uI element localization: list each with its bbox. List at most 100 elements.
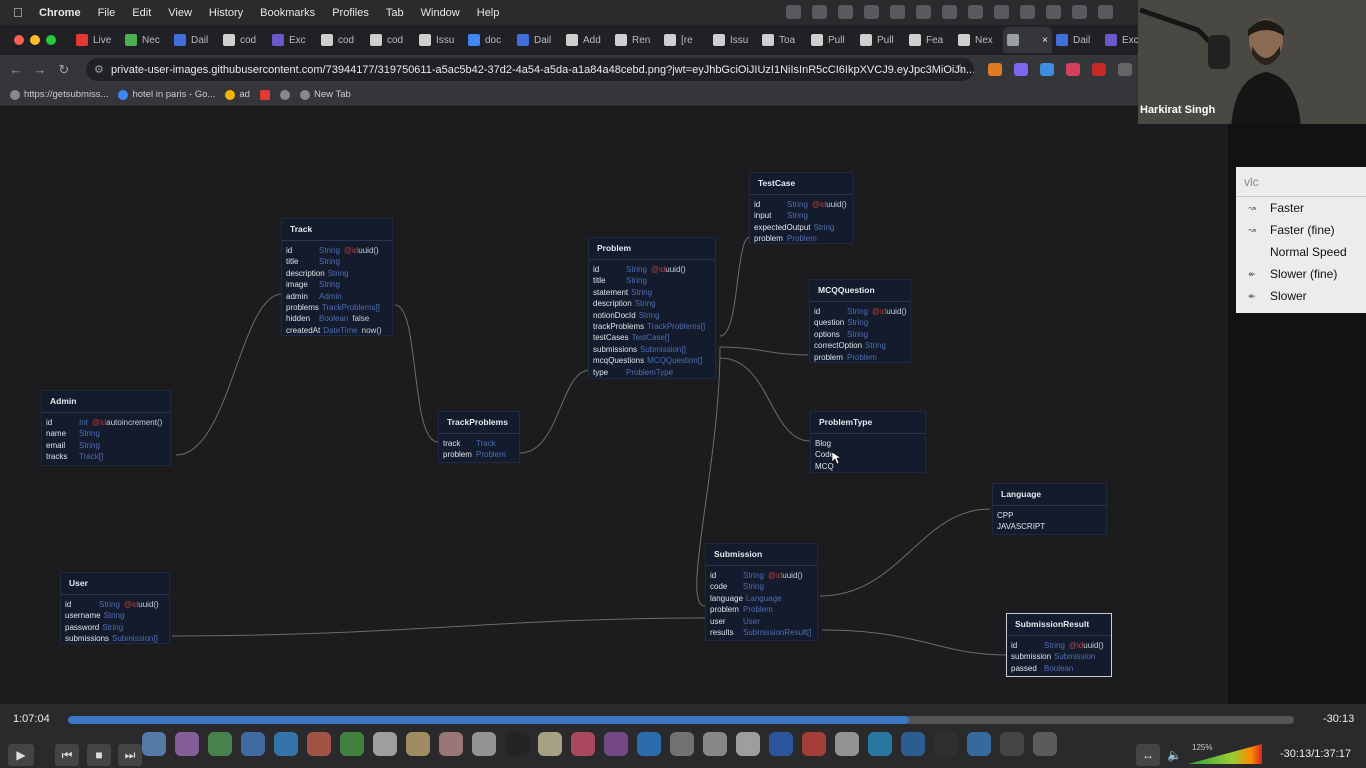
menu-profiles[interactable]: Profiles	[332, 7, 369, 19]
field-type: Language	[745, 593, 782, 603]
tab-label: Pull	[828, 34, 845, 46]
presenter-name: Harkirat Singh	[1140, 104, 1216, 116]
model-field-row: title String	[589, 275, 715, 286]
pages-icon	[835, 732, 859, 756]
bookmark-youtube[interactable]	[259, 89, 270, 100]
fullscreen-toggle[interactable]: ↔	[1136, 744, 1160, 766]
model-testcase: TestCase id String @id uuid() input String expe…	[749, 172, 853, 244]
browser-tab[interactable]: Ren	[611, 27, 660, 53]
minimize-window-button[interactable]	[30, 35, 40, 45]
extension-bag-icon[interactable]	[1092, 63, 1106, 76]
browser-tab[interactable]: ×	[1003, 27, 1052, 53]
apple-logo-icon[interactable]: 	[13, 5, 27, 20]
bookmark-unnamed[interactable]	[279, 89, 290, 100]
bookmark-star-icon[interactable]: ☆	[954, 61, 966, 77]
forward-arrow-icon[interactable]: →	[28, 62, 52, 77]
menu-tab[interactable]: Tab	[386, 7, 404, 19]
display-icon[interactable]	[942, 5, 957, 19]
extensions-puzzle-icon[interactable]	[1118, 63, 1132, 76]
play-button[interactable]: ▶	[8, 744, 34, 766]
menu-help[interactable]: Help	[477, 7, 500, 19]
browser-tab[interactable]: Pull	[856, 27, 905, 53]
next-button[interactable]: ⏭	[118, 744, 142, 766]
bookmark-new-tab[interactable]: New Tab	[299, 89, 351, 100]
speed-slower-fine[interactable]: ↞ Slower (fine)	[1236, 263, 1366, 285]
camera-off-icon[interactable]	[890, 5, 905, 19]
zoom-window-button[interactable]	[46, 35, 56, 45]
close-tab-icon[interactable]: ×	[1042, 35, 1048, 46]
browser-tab[interactable]: Pull	[807, 27, 856, 53]
siri-icon[interactable]	[1098, 5, 1113, 19]
field-name: problem	[710, 605, 739, 615]
bookmark-hotel-paris[interactable]: hotel in paris - Go...	[118, 89, 215, 100]
search-icon[interactable]	[1046, 5, 1061, 19]
browser-tab[interactable]: Dail	[1052, 27, 1101, 53]
site-info-icon[interactable]: ⚙	[94, 63, 104, 76]
menu-search-field[interactable]: vlc	[1236, 167, 1366, 197]
model-field-row: id String @id uuid()	[282, 245, 392, 256]
menu-bookmarks[interactable]: Bookmarks	[260, 7, 315, 19]
time-display[interactable]: -30:13/1:37:17	[1280, 748, 1351, 760]
extension-mask-icon[interactable]	[1014, 63, 1028, 76]
back-arrow-icon[interactable]: ←	[4, 62, 28, 77]
seek-bar[interactable]	[68, 716, 1294, 724]
moon-icon[interactable]	[968, 5, 983, 19]
close-window-button[interactable]	[14, 35, 24, 45]
bookmark-ad[interactable]: ad	[225, 89, 250, 100]
field-type: String	[79, 429, 100, 439]
battery-icon[interactable]	[994, 5, 1009, 19]
speed-slower[interactable]: ↞ Slower	[1236, 285, 1366, 307]
browser-tab[interactable]: Nec	[121, 27, 170, 53]
bookmark-getsubmission[interactable]: https://getsubmiss...	[10, 89, 108, 100]
reload-icon[interactable]: ↻	[52, 62, 76, 78]
gamepad-icon[interactable]	[838, 5, 853, 19]
browser-tab[interactable]: doc	[464, 27, 513, 53]
menu-window[interactable]: Window	[421, 7, 460, 19]
address-bar[interactable]: ⚙ private-user-images.githubusercontent.…	[86, 58, 974, 81]
sync-icon[interactable]	[812, 5, 827, 19]
model-field-row: id String @id uuid()	[61, 599, 169, 610]
browser-tab[interactable]: [re	[660, 27, 709, 53]
field-attribute: @id	[767, 571, 783, 580]
menu-history[interactable]: History	[209, 7, 243, 19]
extension-compass-icon[interactable]	[1040, 63, 1054, 76]
browser-tab[interactable]: Nex	[954, 27, 1003, 53]
extension-pe-icon[interactable]	[1066, 63, 1080, 76]
field-name: JAVASCRIPT	[997, 522, 1046, 532]
model-field-row: user User	[706, 616, 817, 627]
browser-tab[interactable]: Toa	[758, 27, 807, 53]
speed-faster[interactable]: ↝ Faster	[1236, 197, 1366, 219]
browser-tab[interactable]: Live	[72, 27, 121, 53]
previous-icon: ⏮	[61, 747, 73, 762]
browser-tab[interactable]: Exc	[268, 27, 317, 53]
menu-edit[interactable]: Edit	[132, 7, 151, 19]
rewind-icon: ↞	[1248, 290, 1256, 301]
speed-faster-fine[interactable]: ↝ Faster (fine)	[1236, 219, 1366, 241]
cloud-icon[interactable]	[786, 5, 801, 19]
wifi-icon[interactable]	[1020, 5, 1035, 19]
menu-file[interactable]: File	[98, 7, 116, 19]
speed-normal[interactable]: Normal Speed	[1236, 241, 1366, 263]
browser-tab[interactable]: cod	[317, 27, 366, 53]
field-default: uuid()	[665, 265, 686, 274]
browser-tab[interactable]: Dail	[513, 27, 562, 53]
browser-tab[interactable]: cod	[219, 27, 268, 53]
menu-app-name[interactable]: Chrome	[39, 7, 81, 19]
browser-tab[interactable]: Dail	[170, 27, 219, 53]
stop-button[interactable]: ■	[87, 744, 111, 766]
browser-tab[interactable]: Add	[562, 27, 611, 53]
menu-view[interactable]: View	[168, 7, 192, 19]
previous-button[interactable]: ⏮	[55, 744, 79, 766]
speaker-icon[interactable]: 🔈	[1167, 748, 1182, 762]
browser-tab[interactable]: cod	[366, 27, 415, 53]
browser-tab[interactable]: Fea	[905, 27, 954, 53]
youtube-icon	[259, 89, 270, 100]
model-field-row: email String	[42, 440, 170, 451]
browser-tab[interactable]: Issu	[709, 27, 758, 53]
flag-icon[interactable]	[916, 5, 931, 19]
grid-icon[interactable]	[864, 5, 879, 19]
control-center-icon[interactable]	[1072, 5, 1087, 19]
browser-tab[interactable]: Issu	[415, 27, 464, 53]
model-field-row: title String	[282, 256, 392, 267]
extension-fox-icon[interactable]	[988, 63, 1002, 76]
